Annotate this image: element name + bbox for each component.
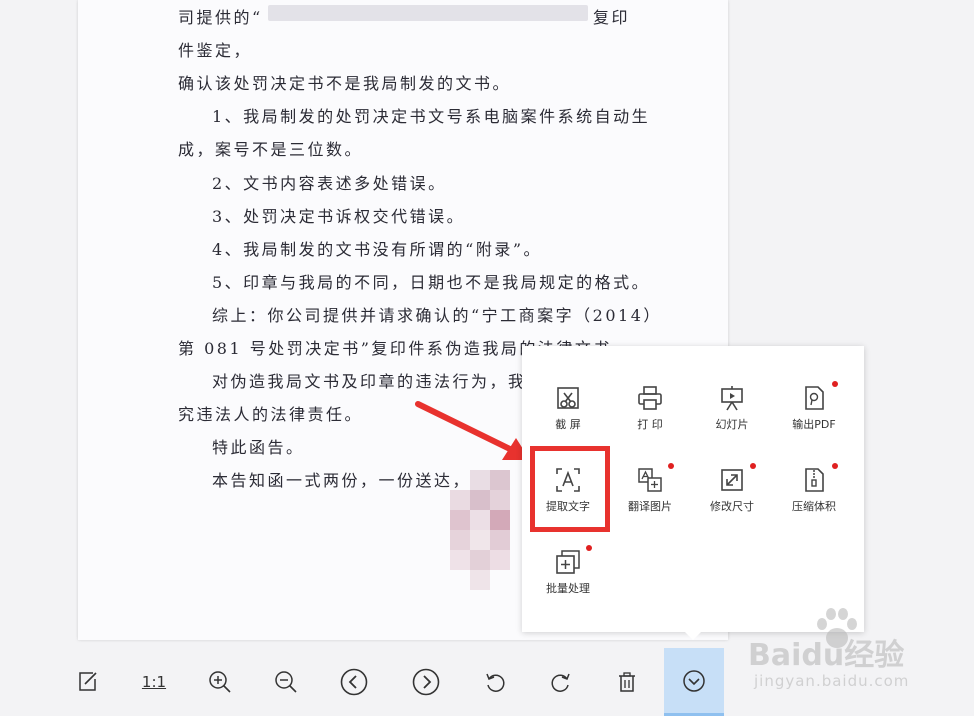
actual-size-button[interactable]: 1:1 — [134, 662, 174, 702]
watermark-url: jingyan.baidu.com — [754, 672, 910, 690]
more-icon — [683, 669, 705, 692]
next-icon — [412, 668, 440, 696]
tool-batch-process[interactable]: 批量处理 — [529, 545, 607, 620]
tool-print[interactable]: 打 印 — [611, 384, 689, 456]
rotate-right-button[interactable] — [541, 662, 581, 702]
tool-translate-image[interactable]: 翻译图片 — [611, 463, 689, 538]
doc-line: 综上：你公司提供并请求确认的“宁工商案字（2014） — [212, 306, 662, 325]
tool-slideshow[interactable]: 幻灯片 — [693, 384, 771, 456]
next-image-button[interactable] — [406, 662, 446, 702]
doc-line: 5、印章与我局的不同，日期也不是我局规定的格式。 — [212, 273, 651, 292]
tool-label: 打 印 — [637, 418, 663, 431]
batch-process-icon — [556, 550, 580, 574]
actual-size-label: 1:1 — [141, 673, 167, 691]
doc-line: 复印 — [593, 8, 631, 27]
doc-line: 件鉴定， — [178, 41, 253, 60]
watermark-brand: Baidu经验 — [748, 638, 905, 673]
rotate-left-button[interactable] — [475, 662, 515, 702]
doc-line: 司提供的“ — [178, 8, 263, 27]
doc-line: 特此函告。 — [212, 438, 305, 457]
delete-button[interactable] — [607, 662, 647, 702]
tool-compress[interactable]: 压缩体积 — [775, 463, 853, 538]
tool-export-pdf[interactable]: 输出PDF — [775, 381, 853, 456]
tool-label: 压缩体积 — [792, 500, 836, 513]
zoom-in-button[interactable] — [200, 662, 240, 702]
prev-icon — [340, 668, 368, 696]
pixelated-seal-stamp — [450, 470, 530, 610]
doc-line: 对伪造我局文书及印章的违法行为，我局 — [212, 372, 546, 391]
pdf-export-icon — [805, 386, 824, 410]
translate-image-icon — [638, 468, 662, 492]
redaction-blur — [268, 5, 588, 21]
doc-line: 1、我局制发的处罚决定书文号系电脑案件系统自动生 — [212, 107, 651, 126]
rotate-right-icon — [551, 673, 570, 692]
tool-label: 修改尺寸 — [710, 500, 754, 513]
tool-label: 截 屏 — [555, 418, 581, 431]
edit-button[interactable] — [68, 662, 108, 702]
compress-file-icon — [805, 468, 824, 492]
annotation-arrow — [415, 401, 530, 460]
zoom-in-icon — [209, 671, 231, 693]
doc-line: 3、处罚决定书诉权交代错误。 — [212, 207, 466, 226]
zoom-out-button[interactable] — [266, 662, 306, 702]
tool-label: 翻译图片 — [628, 500, 672, 513]
doc-line: 究违法人的法律责任。 — [178, 405, 364, 424]
more-tools-button[interactable] — [664, 648, 724, 716]
doc-line: 确认该处罚决定书不是我局制发的文书。 — [178, 74, 512, 93]
tool-label: 输出PDF — [792, 418, 836, 431]
resize-icon — [721, 469, 743, 491]
new-badge — [668, 463, 674, 469]
tool-resize[interactable]: 修改尺寸 — [693, 463, 771, 538]
delete-icon — [619, 672, 635, 692]
zoom-out-icon — [275, 671, 297, 693]
doc-line: 4、我局制发的文书没有所谓的“附录”。 — [212, 240, 543, 259]
tool-label: 批量处理 — [546, 582, 590, 595]
new-badge — [832, 463, 838, 469]
new-badge — [750, 463, 756, 469]
highlight-box-extract-text — [530, 446, 610, 532]
new-badge — [586, 545, 592, 551]
slideshow-icon — [721, 386, 743, 411]
previous-image-button[interactable] — [334, 662, 374, 702]
doc-line: 成，案号不是三位数。 — [178, 140, 364, 159]
edit-icon — [79, 672, 97, 691]
new-badge — [832, 381, 838, 387]
printer-icon — [638, 386, 662, 410]
tool-label: 幻灯片 — [715, 418, 749, 431]
rotate-left-icon — [486, 673, 505, 692]
doc-line: 2、文书内容表述多处错误。 — [212, 174, 447, 193]
screenshot-scissors-icon — [557, 387, 579, 409]
